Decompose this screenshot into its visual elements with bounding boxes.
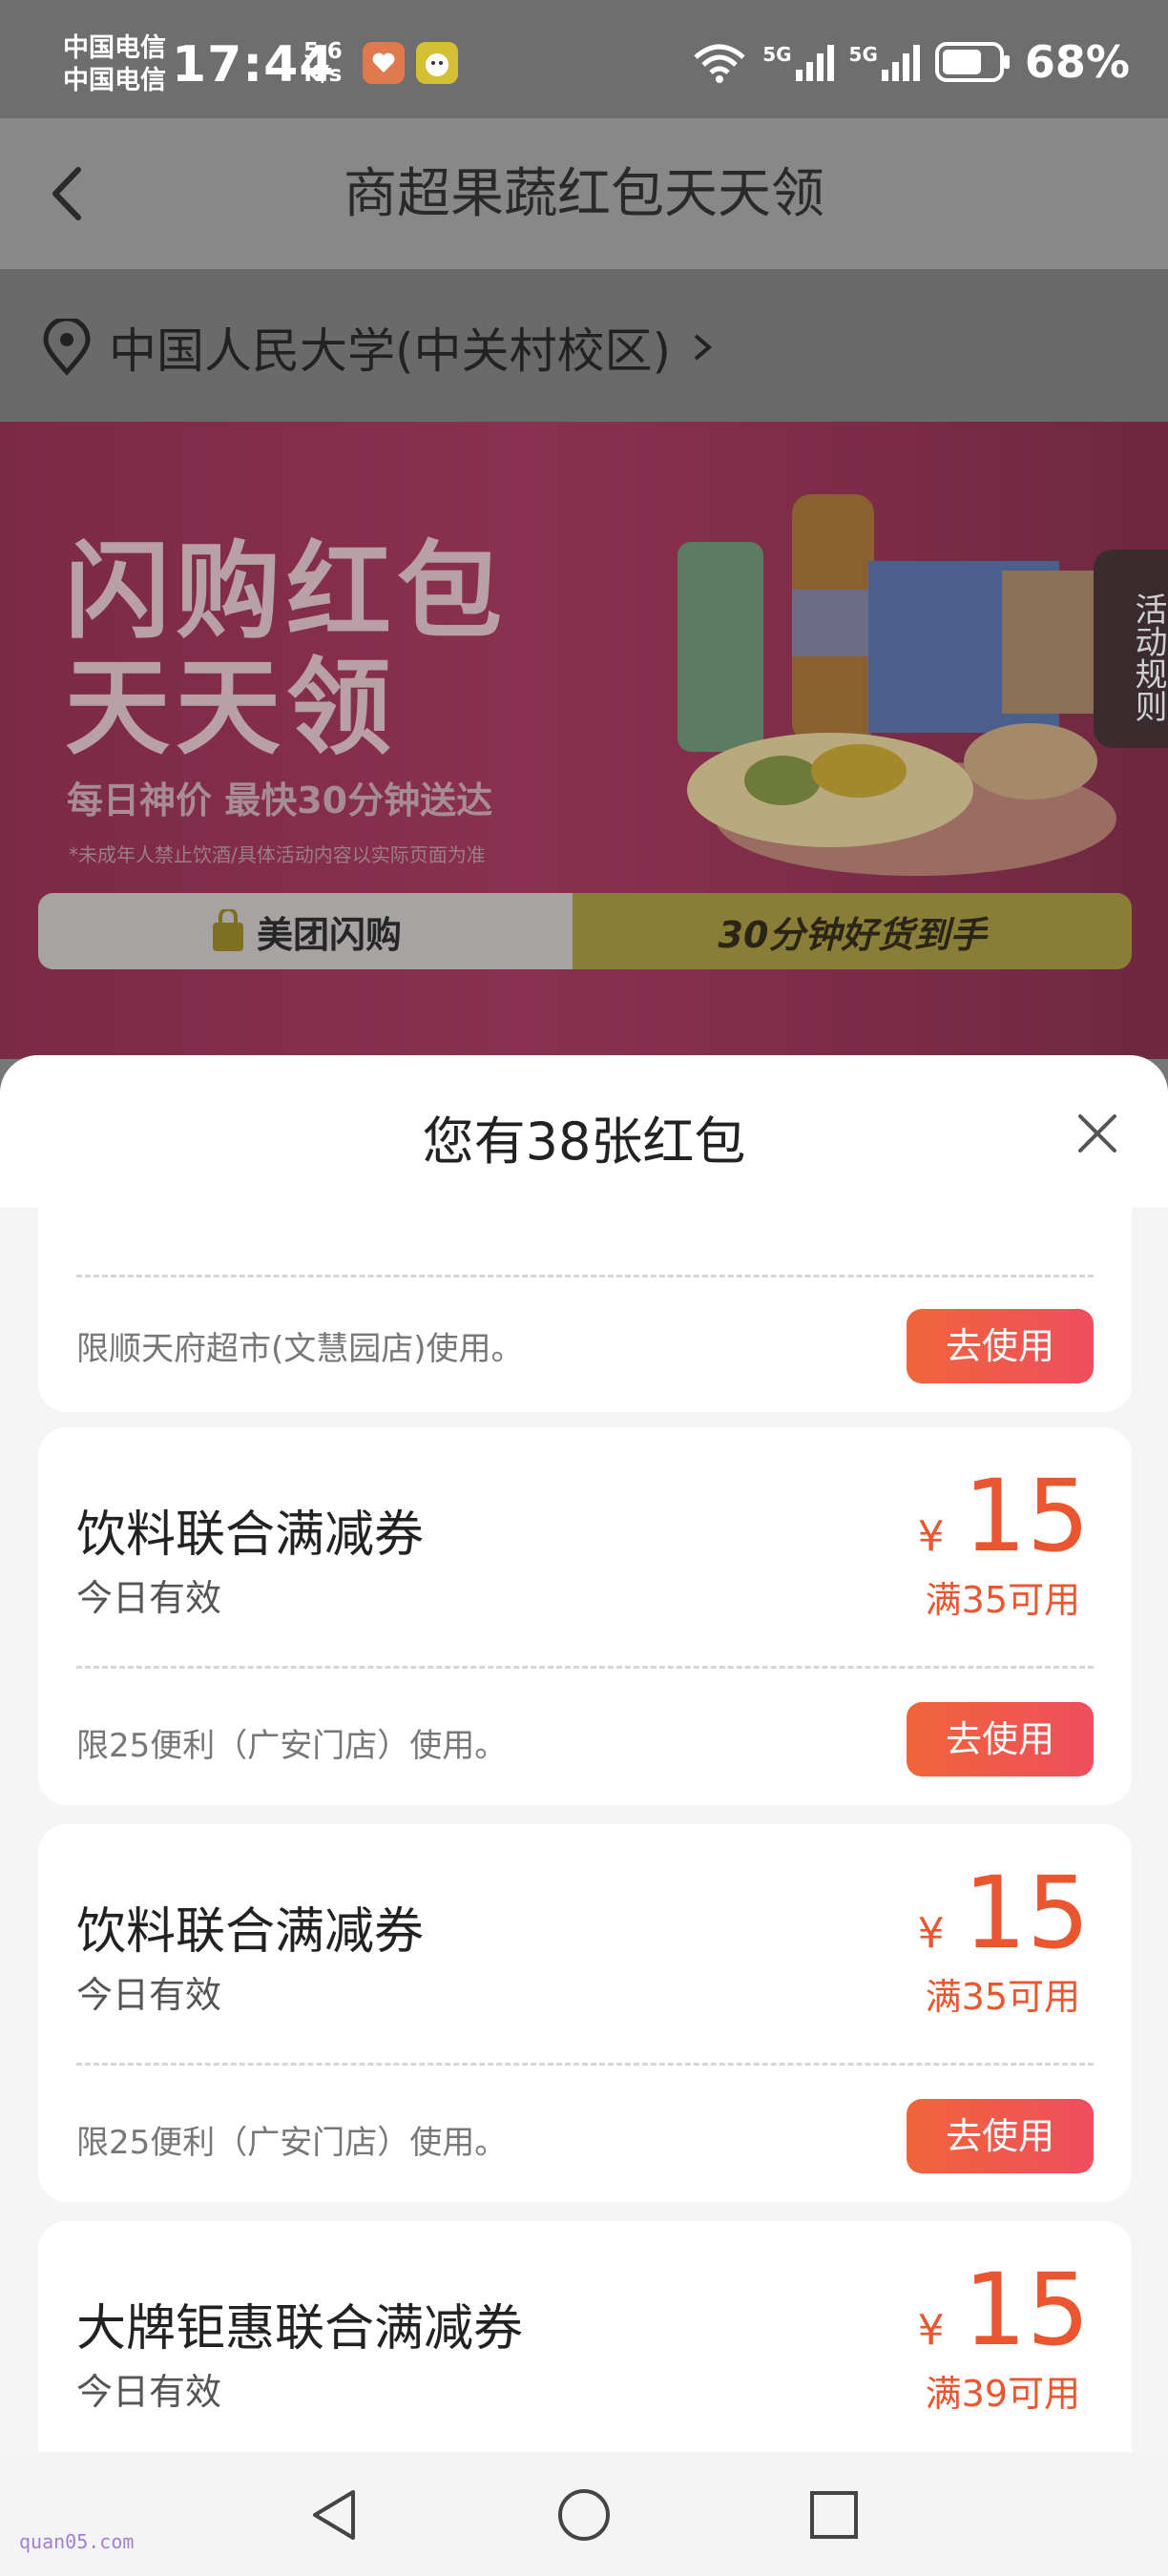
coupon-validity: 今日有效 [76,2371,222,2413]
coupon-amount: ¥ 15 [918,2257,1090,2362]
nav-back-icon[interactable] [307,2486,361,2544]
coupon-name: 饮料联合满减券 [76,1903,425,1961]
coupon-name: 大牌钜惠联合满减券 [76,2300,524,2358]
coupon-limit: 限25便利（广安门店）使用。 [76,2124,508,2162]
currency-symbol: ¥ [917,1909,945,1958]
nav-home-icon[interactable] [555,2486,613,2544]
signal-2-label: 5G [848,43,878,66]
nav-recents-icon[interactable] [807,2488,861,2542]
close-icon[interactable] [1074,1111,1120,1156]
product-illustration [678,494,1116,876]
app-notification-icon [363,42,405,84]
banner-subtitle: 每日神价 最快30分钟送达 [67,779,493,821]
speed-unit: K/s [303,62,343,87]
use-coupon-button[interactable]: 去使用 [907,1309,1094,1383]
signal-1-label: 5G [762,43,792,66]
activity-rules-button[interactable]: 活动规则 [1094,550,1168,748]
promo-banner[interactable]: 闪购红包 天天领 每日神价 最快30分钟送达 *未成年人禁止饮酒/具体活动内容以… [0,422,1168,1059]
coupon-card: 饮料联合满减券 今日有效 ¥ 15 满35可用 限25便利（广安门店）使用。 去… [38,1427,1132,1805]
use-coupon-button[interactable]: 去使用 [907,2099,1094,2173]
coupon-limit: 限25便利（广安门店）使用。 [76,1727,508,1765]
watermark: quan05.com [19,2530,135,2553]
coupon-card: 大牌钜惠联合满减券 今日有效 ¥ 15 满39可用 [38,2221,1132,2483]
coupon-validity: 今日有效 [76,1577,222,1619]
location-pin-icon [43,319,91,376]
coupon-minimum: 满39可用 [925,2373,1080,2415]
location-bar: 中国人民大学(中关村校区) [0,269,1168,422]
carrier-2: 中国电信 [63,66,166,95]
banner-headline-1: 闪购红包 [65,530,508,653]
brand-label-box: 美团闪购 [38,893,573,969]
page-header: 商超果蔬红包天天领 [0,118,1168,269]
sheet-title: 您有38张红包 [422,1111,746,1172]
coupon-validity: 今日有效 [76,1974,222,2016]
card-divider [76,1275,1094,1278]
coupon-minimum: 满35可用 [925,1579,1080,1621]
slogan-text: 30分钟好货到手 [718,913,987,956]
page-title: 商超果蔬红包天天领 [344,163,824,225]
signal-2-icon: 5G [849,43,922,81]
slogan-box: 30分钟好货到手 [573,893,1132,969]
card-divider [76,2063,1094,2066]
coupon-sheet: 您有38张红包 限顺天府超市(文慧园店)使用。 去使用 饮料联合满减券 今日有效… [0,1055,1168,2483]
wifi-icon [694,44,745,83]
chevron-right-icon [694,334,713,361]
location-selector[interactable]: 中国人民大学(中关村校区) [42,313,717,382]
coupon-amount: ¥ 15 [918,1464,1090,1568]
currency-symbol: ¥ [917,2306,945,2355]
card-divider [76,1666,1094,1669]
currency-symbol: ¥ [917,1512,945,1561]
network-speed: 5.6 K/s [303,40,343,86]
coupon-card: 饮料联合满减券 今日有效 ¥ 15 满35可用 限25便利（广安门店）使用。 去… [38,1824,1132,2202]
amount-value: 15 [963,1855,1090,1971]
speed-value: 5.6 [303,39,343,64]
use-coupon-button[interactable]: 去使用 [907,1702,1094,1776]
coupon-minimum: 满35可用 [925,1976,1080,2018]
battery-icon [934,42,1010,82]
signal-1-icon: 5G [762,43,835,81]
app-notification-icon-2 [416,42,458,84]
carrier-1: 中国电信 [63,33,166,63]
carrier-labels: 中国电信 中国电信 [63,32,166,97]
coupon-limit: 限顺天府超市(文慧园店)使用。 [76,1330,524,1368]
battery-percent: 68% [1024,36,1130,88]
banner-note: *未成年人禁止饮酒/具体活动内容以实际页面为准 [69,843,486,866]
banner-strip: 美团闪购 30分钟好货到手 [38,893,1132,969]
status-icons: 5G 5G 68% [690,36,1130,88]
amount-value: 15 [963,2252,1090,2368]
coupon-amount: ¥ 15 [918,1860,1090,1965]
coupon-card: 限顺天府超市(文慧园店)使用。 去使用 [38,1208,1132,1412]
status-bar: 中国电信 中国电信 17:44 5.6 K/s 5G 5G 68% [0,0,1168,118]
coupon-name: 饮料联合满减券 [76,1506,425,1564]
location-text: 中国人民大学(中关村校区) [109,323,672,379]
amount-value: 15 [963,1458,1090,1574]
sheet-header: 您有38张红包 [0,1055,1168,1208]
brand-label: 美团闪购 [256,913,402,956]
banner-headline-2: 天天领 [65,647,397,769]
shopping-bag-icon [212,909,243,951]
system-navigation-bar [0,2452,1168,2576]
